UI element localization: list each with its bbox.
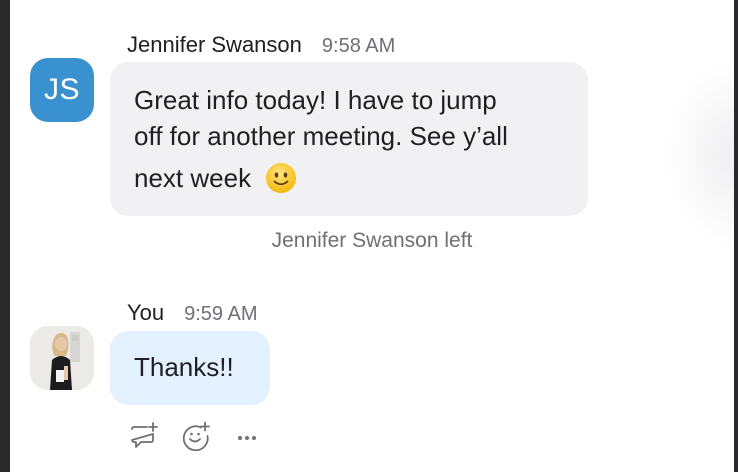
message-bubble[interactable]: Great info today! I have to jump off for… xyxy=(110,62,588,216)
reply-icon[interactable] xyxy=(128,420,160,452)
system-note: Jennifer Swanson left xyxy=(271,229,473,252)
sender-name[interactable]: You xyxy=(127,300,164,326)
add-reaction-icon[interactable] xyxy=(180,420,212,452)
user-photo-icon xyxy=(30,326,94,390)
message-header: Jennifer Swanson 9:58 AM xyxy=(127,32,395,58)
sender-name[interactable]: Jennifer Swanson xyxy=(127,32,302,58)
avatar[interactable]: JS xyxy=(30,58,94,122)
message-bubble[interactable]: Thanks!! xyxy=(110,331,270,405)
message-text-line: off for another meeting. See y’all xyxy=(134,121,508,151)
panel-shadow xyxy=(664,60,734,250)
message-text-line: next week xyxy=(134,163,252,193)
avatar-initials: JS xyxy=(43,73,80,106)
message-timestamp: 9:58 AM xyxy=(321,35,396,57)
message-text-line: Great info today! I have to jump xyxy=(134,85,497,115)
message-timestamp: 9:59 AM xyxy=(184,303,258,325)
message-actions xyxy=(128,420,264,452)
more-icon[interactable] xyxy=(232,420,264,452)
message-header: You 9:59 AM xyxy=(127,300,258,326)
avatar[interactable] xyxy=(30,326,94,390)
message-text: Thanks!! xyxy=(134,352,234,382)
slightly-smiling-face-icon xyxy=(265,162,297,194)
